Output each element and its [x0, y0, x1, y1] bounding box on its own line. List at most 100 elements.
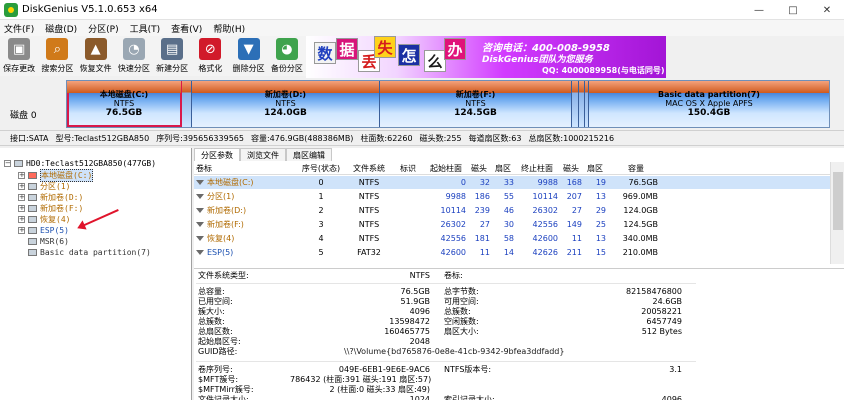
toolbar-button-save[interactable]: ▣ 保存更改	[0, 36, 38, 76]
backup-partition-icon: ◕	[275, 38, 298, 60]
partition-block-f[interactable]: 新加卷(F:) NTFS 124.5GB	[380, 81, 572, 127]
tree-root[interactable]: − HD0:Teclast512GBA850(477GB)	[4, 158, 156, 169]
partition-block-4[interactable]	[572, 81, 579, 127]
table-cell: 207	[566, 192, 582, 201]
toolbar: ▣ 保存更改 ⌕ 搜索分区 ▲ 恢复文件 ◔ 快速分区 ▤ 新建分区 ⊘ 格式化 ▼ 删除分区 ◕ 备份分区	[0, 36, 306, 76]
column-header[interactable]: 磁头	[560, 162, 582, 175]
partition-block-c[interactable]: 本地磁盘(C:) NTFS 76.5GB	[67, 81, 182, 127]
table-row[interactable]: 恢复(4) 4 NTFS 42556 181 58 42600 11 13 340.0MB	[194, 232, 830, 245]
menu-partition[interactable]: 分区(P)	[88, 22, 118, 35]
column-header[interactable]: 文件系统	[348, 162, 390, 175]
table-cell: 42600	[532, 234, 558, 243]
table-cell: 0	[460, 178, 466, 187]
scroll-thumb[interactable]	[833, 172, 843, 230]
close-button[interactable]: ✕	[810, 0, 844, 20]
column-header[interactable]: 标识	[394, 162, 422, 175]
volume-label: 新加卷(D:)	[207, 206, 247, 215]
tree-item-label: ESP(5)	[40, 226, 69, 235]
table-cell: 30	[503, 220, 514, 229]
toolbar-button-recover[interactable]: ▲ 恢复文件	[77, 36, 115, 76]
detail-label: 总字节数:	[444, 287, 479, 296]
toolbar-button-new-partition[interactable]: ▤ 新建分区	[153, 36, 191, 76]
maximize-button[interactable]: □	[776, 0, 810, 20]
tree-item[interactable]: + 本地磁盘(C:)	[18, 169, 94, 182]
tree-item[interactable]: + 新加卷(F:)	[18, 203, 83, 214]
column-header[interactable]: 扇区	[584, 162, 606, 175]
detail-value: 786432 (柱面:391 磁头:191 扇区:57)	[290, 375, 432, 384]
column-header[interactable]: 卷标	[196, 162, 292, 175]
tab-browse-files[interactable]: 浏览文件	[240, 148, 286, 161]
expand-icon[interactable]: +	[18, 216, 25, 223]
tab-sector-edit[interactable]: 扇区编辑	[286, 148, 332, 161]
table-scrollbar[interactable]	[830, 162, 844, 264]
partition-block-d[interactable]: 新加卷(D:) NTFS 124.0GB	[192, 81, 380, 127]
menu-view[interactable]: 查看(V)	[171, 22, 202, 35]
partition-block-name: Basic data partition(7)	[658, 89, 760, 99]
volume-label: 新加卷(F:)	[207, 220, 244, 229]
column-header[interactable]: 扇区	[492, 162, 514, 175]
partition-block-name: 新加卷(F:)	[455, 89, 496, 99]
expand-icon[interactable]: +	[18, 205, 25, 212]
expand-icon[interactable]: +	[18, 194, 25, 201]
toolbar-button-backup-partition[interactable]: ◕ 备份分区	[268, 36, 306, 76]
table-cell: 46	[503, 206, 514, 215]
menu-help[interactable]: 帮助(H)	[213, 22, 245, 35]
detail-value: 76.5GB	[400, 287, 431, 296]
banner-qq: QQ: 4000089958(与电话同号)	[542, 66, 665, 75]
table-row[interactable]: 分区(1) 1 NTFS 9988 186 55 10114 207 13 969.0MB	[194, 190, 830, 203]
banner-char: 数	[314, 42, 336, 64]
disk-map-area: 磁盘 0 本地磁盘(C:) NTFS 76.5GB 新加卷(D:) NTFS 1…	[0, 78, 844, 130]
disk-tree-pane: − HD0:Teclast512GBA850(477GB) + 本地磁盘(C:) +…	[0, 148, 192, 400]
table-cell: 19	[595, 178, 606, 187]
table-cell: 42626	[532, 248, 558, 257]
toolbar-button-search[interactable]: ⌕ 搜索分区	[38, 36, 76, 76]
tree-item[interactable]: + 恢复(4)	[18, 214, 70, 225]
red-arrow-annotation	[79, 209, 119, 228]
minimize-button[interactable]: —	[742, 0, 776, 20]
table-row[interactable]: ESP(5) 5 FAT32 42600 11 14 42626 211 15 210.0MB	[194, 246, 830, 259]
detail-value: 13598472	[389, 317, 430, 326]
partition-block-7[interactable]: Basic data partition(7) MAC OS X Apple A…	[589, 81, 829, 127]
table-row[interactable]: 新加卷(F:) 3 NTFS 26302 27 30 42556 149 25 124.5GB	[194, 218, 830, 231]
tree-item[interactable]: +MSR(6)	[18, 236, 69, 247]
tree-item[interactable]: + 分区(1)	[18, 181, 70, 192]
column-header[interactable]: 终止柱面	[516, 162, 558, 175]
toolbar-button-format[interactable]: ⊘ 格式化	[191, 36, 229, 76]
promo-banner[interactable]: 咨询电话：400-008-9958 DiskGenius团队为您服务 QQ: 4…	[306, 36, 666, 78]
tree-item[interactable]: +Basic data partition(7)	[18, 247, 151, 258]
toolbar-button-delete-partition[interactable]: ▼ 删除分区	[230, 36, 268, 76]
table-cell: 969.0MB	[622, 192, 658, 201]
partition-chevron-icon	[196, 222, 204, 227]
column-header[interactable]: 序号(状态)	[298, 162, 344, 175]
table-cell-volume: 本地磁盘(C:)	[196, 176, 292, 189]
detail-label: 扇区大小:	[444, 327, 479, 336]
window-controls: — □ ✕	[742, 0, 844, 20]
menu-tools[interactable]: 工具(T)	[130, 22, 161, 35]
toolbar-button-quick-partition[interactable]: ◔ 快速分区	[115, 36, 153, 76]
detail-label: 已用空间:	[198, 297, 233, 306]
tab-partition-params[interactable]: 分区参数	[194, 148, 240, 161]
table-cell: NTFS	[358, 192, 380, 201]
table-cell: 340.0MB	[622, 234, 658, 243]
table-cell: 15	[595, 248, 606, 257]
column-header[interactable]: 容量	[614, 162, 658, 175]
tree-item-label: 新加卷(D:)	[40, 193, 84, 202]
detail-label: 可用空间:	[444, 297, 479, 306]
collapse-icon[interactable]: −	[4, 160, 11, 167]
table-cell-volume: ESP(5)	[196, 246, 292, 259]
expand-icon[interactable]: +	[18, 172, 25, 179]
column-header[interactable]: 起始柱面	[426, 162, 466, 175]
menu-disk[interactable]: 磁盘(D)	[45, 22, 77, 35]
tree-item[interactable]: + ESP(5)	[18, 225, 69, 236]
table-cell: 33	[503, 178, 514, 187]
expand-icon[interactable]: +	[18, 183, 25, 190]
tree-item[interactable]: + 新加卷(D:)	[18, 192, 83, 203]
menu-file[interactable]: 文件(F)	[4, 22, 34, 35]
table-row[interactable]: 新加卷(D:) 2 NTFS 10114 239 46 26302 27 29 124.0GB	[194, 204, 830, 217]
expand-icon[interactable]: +	[18, 227, 25, 234]
partition-block-1[interactable]	[182, 81, 192, 127]
column-header[interactable]: 磁头	[468, 162, 490, 175]
table-row[interactable]: 本地磁盘(C:) 0 NTFS 0 32 33 9988 168 19 76.5GB	[194, 176, 830, 189]
detail-value: 049E-6EB1-9E6E-9AC6	[338, 365, 430, 374]
table-cell: 26302	[440, 220, 466, 229]
